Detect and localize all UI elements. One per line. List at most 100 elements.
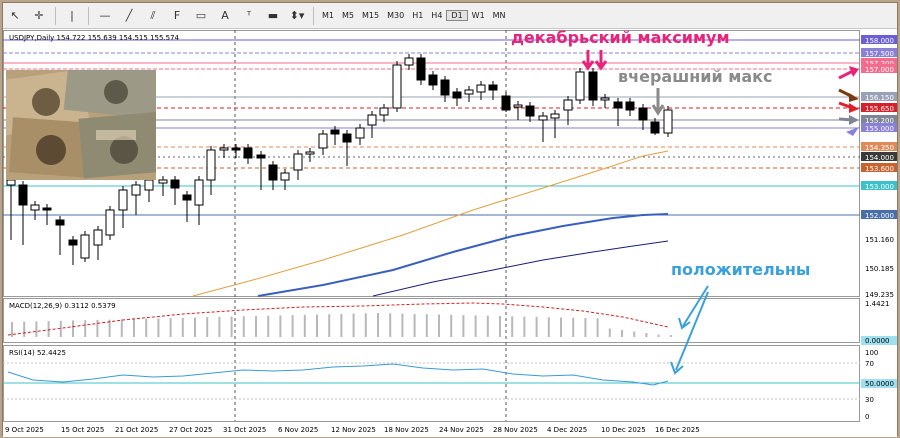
bearish-candle — [525, 105, 535, 117]
bullish-candle — [280, 172, 290, 181]
macd-label: MACD(12,26,9) 0.3112 0.5379 — [9, 302, 116, 310]
vertical-line-icon[interactable]: | — [62, 6, 82, 26]
timeframe-mn[interactable]: MN — [489, 11, 510, 20]
horizontal-line-icon[interactable]: — — [95, 6, 115, 26]
shapes-icon[interactable]: ▭ — [191, 6, 211, 26]
bullish-candle — [663, 109, 673, 134]
bullish-candle — [513, 104, 523, 108]
macd-histogram — [11, 313, 672, 337]
bullish-candle — [305, 151, 315, 155]
timeframe-m5[interactable]: M5 — [338, 11, 358, 20]
bullish-candle — [563, 99, 573, 111]
bearish-candle — [256, 154, 266, 159]
date-label: 24 Nov 2025 — [439, 426, 484, 434]
macd-bar — [47, 321, 50, 337]
bearish-candle — [268, 164, 278, 181]
macd-pane-border — [3, 298, 860, 343]
bullish-candle — [80, 234, 90, 259]
macd-bar — [169, 318, 172, 337]
bullish-candle — [93, 229, 103, 246]
macd-bar — [242, 316, 245, 337]
macd-bar — [181, 317, 184, 337]
date-label: 31 Oct 2025 — [223, 426, 266, 434]
timeframe-h4[interactable]: H4 — [427, 11, 446, 20]
bullish-candle — [118, 189, 128, 211]
chart-toolbar: ↖ ✛ | — ╱ ⫽ F ▭ A ᵀ ▬ ⬍▾ M1 M5 M15 M30 H… — [3, 3, 897, 29]
bullish-candle — [206, 149, 216, 181]
macd-bar — [560, 317, 562, 337]
channel-icon[interactable]: ⫽ — [143, 6, 163, 26]
fibonacci-icon[interactable]: F — [167, 6, 187, 26]
date-label: 28 Nov 2025 — [493, 426, 538, 434]
macd-bar — [316, 314, 318, 337]
macd-bar — [523, 316, 526, 337]
text-label-icon[interactable]: ᵀ — [239, 6, 259, 26]
bullish-candle — [30, 204, 40, 211]
price-scale: 158.000157.500157.200157.000156.150155.6… — [861, 35, 897, 299]
macd-bar — [230, 316, 233, 337]
price-label: 157.000 — [865, 66, 894, 74]
date-label: 9 Oct 2025 — [5, 426, 44, 434]
right-level-arrows — [838, 66, 859, 136]
macd-bar — [535, 316, 538, 337]
macd-bar — [352, 313, 355, 337]
toolbar-divider — [313, 6, 314, 25]
annotation-yesterday-max: вчерашний макс — [618, 67, 772, 86]
bullish-candle — [131, 184, 141, 196]
bullish-candle — [105, 209, 115, 236]
macd-bar — [364, 313, 367, 337]
macd-bar — [450, 314, 453, 337]
macd-bar — [157, 318, 160, 337]
date-label: 16 Dec 2025 — [655, 426, 700, 434]
macd-bar — [511, 316, 514, 337]
macd-bar — [425, 314, 428, 337]
arrows-dropdown-icon[interactable]: ⬍▾ — [287, 6, 307, 26]
macd-bar — [438, 314, 440, 337]
price-label: 157.500 — [865, 50, 894, 58]
macd-bar — [120, 319, 123, 337]
macd-bar — [474, 315, 477, 337]
timeframe-w1[interactable]: W1 — [468, 11, 489, 20]
timeframe-h1[interactable]: H1 — [408, 11, 427, 20]
crosshair-icon[interactable]: ✛ — [29, 6, 49, 26]
bearish-candle — [18, 184, 28, 206]
bearish-candle — [613, 101, 623, 109]
chart-area[interactable]: USDJPY,Daily 154.722 155.639 154.515 155… — [3, 28, 897, 437]
date-label: 18 Nov 2025 — [384, 426, 429, 434]
positive-arrows — [670, 285, 709, 375]
macd-bar — [206, 317, 209, 337]
bearish-candle — [428, 74, 438, 86]
macd-bar — [72, 320, 74, 337]
bullish-candle — [550, 113, 560, 119]
ma-darkblue — [372, 240, 669, 297]
rsi-scale-100: 100 — [865, 349, 878, 357]
macd-bar — [340, 313, 343, 337]
bullish-candle — [392, 64, 402, 109]
macd-bar — [547, 317, 550, 337]
macd-bar — [145, 318, 148, 337]
price-label: 155.650 — [865, 105, 894, 113]
date-label: 4 Dec 2025 — [547, 426, 587, 434]
timeframe-m1[interactable]: M1 — [318, 11, 338, 20]
rectangle-icon[interactable]: ▬ — [263, 6, 283, 26]
bearish-candle — [588, 71, 598, 101]
macd-bar — [621, 330, 623, 337]
text-icon[interactable]: A — [215, 6, 235, 26]
date-label: 10 Dec 2025 — [601, 426, 646, 434]
macd-bar — [377, 313, 379, 337]
macd-scale-zero: 0.0000 — [865, 337, 890, 345]
timeframe-m15[interactable]: M15 — [358, 11, 383, 20]
bullish-candle — [538, 115, 548, 121]
bearish-candle — [182, 194, 192, 201]
price-label: 149.235 — [865, 291, 894, 299]
macd-bar — [572, 317, 575, 337]
bearish-candle — [68, 239, 78, 246]
macd-bar — [633, 331, 636, 337]
timeframe-m30[interactable]: M30 — [383, 11, 408, 20]
timeframe-d1[interactable]: D1 — [446, 10, 468, 21]
ma-orange — [192, 150, 669, 297]
trendline-icon[interactable]: ╱ — [119, 6, 139, 26]
cursor-icon[interactable]: ↖ — [5, 6, 25, 26]
bullish-candle — [318, 133, 328, 149]
macd-scale-top: 1.4421 — [865, 300, 890, 308]
